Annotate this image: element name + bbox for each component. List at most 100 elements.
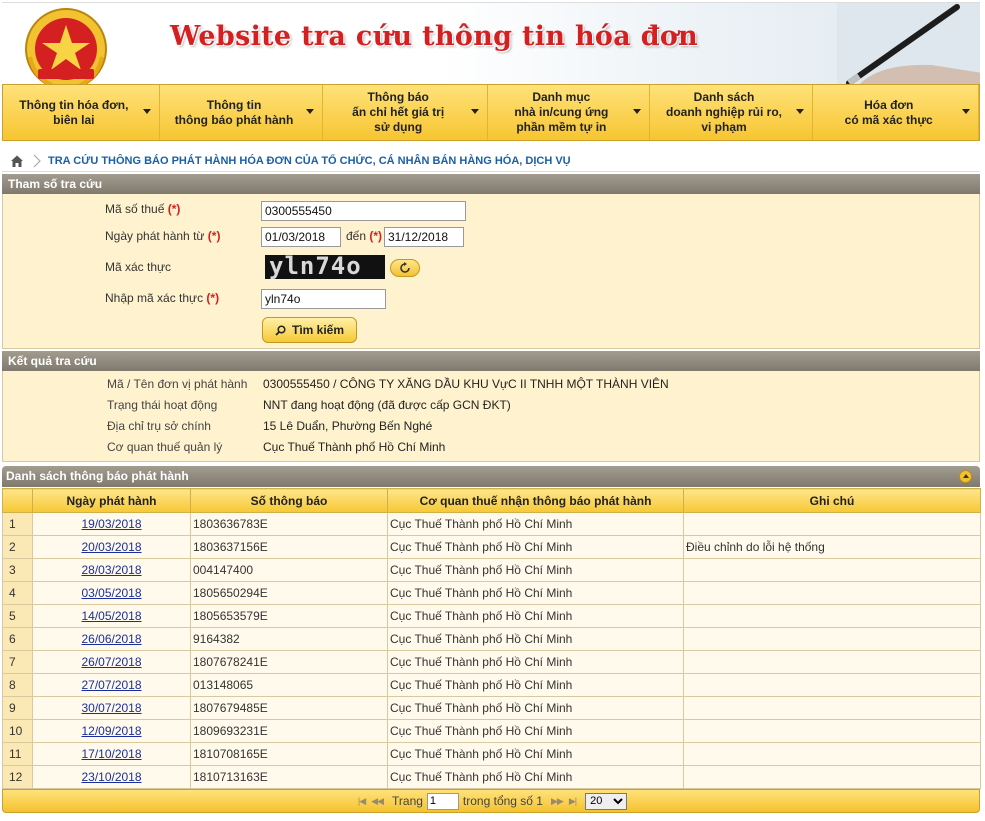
- tax-office-cell: Cục Thuế Thành phố Hồ Chí Minh: [387, 627, 684, 651]
- tax-office-cell: Cục Thuế Thành phố Hồ Chí Minh: [387, 696, 684, 720]
- issue-date-cell: 14/05/2018: [32, 604, 191, 628]
- menu-item-label: Danh sách doanh nghiệp rủi ro, vi phạm: [666, 90, 783, 134]
- note-cell: [683, 742, 981, 766]
- result-value: Cục Thuế Thành phố Hồ Chí Minh: [263, 440, 446, 454]
- row-index: 9: [2, 696, 33, 720]
- main-menu: Thông tin hóa đơn, biên lai Thông tin thô…: [2, 84, 980, 141]
- menu-item-label: Thông báo ấn chỉ hết giá trị sử dụng: [352, 90, 445, 134]
- result-key: Cơ quan thuế quản lý: [107, 440, 223, 454]
- next-page-icon[interactable]: ▶▶: [551, 796, 564, 807]
- tax-office-cell: Cục Thuế Thành phố Hồ Chí Minh: [387, 719, 684, 743]
- row-index: 11: [2, 742, 33, 766]
- tax-office-cell: Cục Thuế Thành phố Hồ Chí Minh: [387, 535, 684, 559]
- page-number-input[interactable]: [426, 792, 459, 810]
- notice-number-cell: 1810713163E: [190, 765, 388, 789]
- issue-date-link[interactable]: 19/03/2018: [81, 517, 141, 531]
- note-cell: [683, 558, 981, 582]
- issue-date-link[interactable]: 20/03/2018: [81, 540, 141, 554]
- caret-down-icon: [796, 109, 805, 114]
- captcha-input[interactable]: [261, 289, 386, 309]
- issue-date-link[interactable]: 03/05/2018: [81, 586, 141, 600]
- issue-date-link[interactable]: 28/03/2018: [81, 563, 141, 577]
- result-value: NNT đang hoạt động (đã được cấp GCN ĐKT): [263, 398, 511, 412]
- issue-date-link[interactable]: 12/09/2018: [81, 724, 141, 738]
- prev-page-icon[interactable]: ◀◀: [371, 796, 384, 807]
- notice-number-cell: 1803637156E: [190, 535, 388, 559]
- row-index: 1: [2, 512, 33, 536]
- note-cell: [683, 512, 981, 536]
- menu-item-label: Thông tin thông báo phát hành: [174, 97, 294, 127]
- issue-date-link[interactable]: 14/05/2018: [81, 609, 141, 623]
- collapse-icon[interactable]: [959, 470, 972, 483]
- caret-down-icon: [471, 109, 480, 114]
- first-page-icon[interactable]: |◀: [358, 796, 366, 807]
- home-icon[interactable]: [10, 154, 24, 168]
- date-from-input[interactable]: [261, 227, 341, 247]
- menu-item-6[interactable]: Hóa đơn có mã xác thực: [813, 85, 980, 140]
- tax-office-cell: Cục Thuế Thành phố Hồ Chí Minh: [387, 673, 684, 697]
- menu-item-label: Thông tin hóa đơn, biên lai: [19, 97, 129, 127]
- page-label: Trang: [392, 794, 423, 808]
- issue-date-link[interactable]: 23/10/2018: [81, 770, 141, 784]
- table-row: 7 26/07/2018 1807678241E Cục Thuế Thành phố…: [2, 650, 981, 674]
- pen-icon: [837, 3, 980, 84]
- table-row: 4 03/05/2018 1805650294E Cục Thuế Thành phố…: [2, 581, 981, 605]
- notice-list-header: Danh sách thông báo phát hành: [2, 466, 980, 487]
- menu-item-1[interactable]: Thông tin hóa đơn, biên lai: [3, 85, 160, 140]
- notice-number-cell: 1809693231E: [190, 719, 388, 743]
- issue-date-link[interactable]: 26/06/2018: [81, 632, 141, 646]
- search-button[interactable]: Tìm kiếm: [262, 317, 358, 343]
- table-row: 6 26/06/2018 9164382 Cục Thuế Thành phố Hồ …: [2, 627, 981, 651]
- tax-office-cell: Cục Thuế Thành phố Hồ Chí Minh: [387, 604, 684, 628]
- note-cell: [683, 604, 981, 628]
- notice-number-cell: 1805653579E: [190, 604, 388, 628]
- row-index: 5: [2, 604, 33, 628]
- row-index: 7: [2, 650, 33, 674]
- note-cell: [683, 673, 981, 697]
- row-index: 3: [2, 558, 33, 582]
- tax-office-cell: Cục Thuế Thành phố Hồ Chí Minh: [387, 512, 684, 536]
- breadcrumb-separator-icon: [33, 154, 41, 167]
- issue-date-cell: 27/07/2018: [32, 673, 191, 697]
- notice-number-cell: 013148065: [190, 673, 388, 697]
- note-cell: [683, 719, 981, 743]
- result-panel: Mã / Tên đơn vị phát hành 0300555450 / CÔ…: [2, 371, 980, 462]
- note-cell: [683, 765, 981, 789]
- menu-item-4[interactable]: Danh mục nhà in/cung ứng phần mềm tự in: [488, 85, 650, 140]
- pagination-bar: |◀ ◀◀ Trang trong tổng số 1 ▶▶ ▶| 20: [2, 789, 980, 813]
- tax-code-input[interactable]: [261, 201, 466, 221]
- date-to-input[interactable]: [384, 227, 464, 247]
- caret-down-icon: [306, 109, 315, 114]
- caret-down-icon: [632, 109, 641, 114]
- table-row: 1 19/03/2018 1803636783E Cục Thuế Thành phố…: [2, 512, 981, 536]
- last-page-icon[interactable]: ▶|: [569, 796, 577, 807]
- breadcrumb-current[interactable]: TRA CỨU THÔNG BÁO PHÁT HÀNH HÓA ĐƠN CỦA …: [48, 155, 571, 167]
- menu-item-3[interactable]: Thông báo ấn chỉ hết giá trị sử dụng: [323, 85, 489, 140]
- note-cell: [683, 581, 981, 605]
- issue-date-cell: 26/07/2018: [32, 650, 191, 674]
- issue-date-link[interactable]: 27/07/2018: [81, 678, 141, 692]
- breadcrumb: TRA CỨU THÔNG BÁO PHÁT HÀNH HÓA ĐƠN CỦA …: [2, 150, 980, 172]
- page-size-select[interactable]: 20: [585, 792, 628, 810]
- issue-date-link[interactable]: 17/10/2018: [81, 747, 141, 761]
- issue-date-link[interactable]: 30/07/2018: [81, 701, 141, 715]
- table-row: 3 28/03/2018 004147400 Cục Thuế Thành phố H…: [2, 558, 981, 582]
- notice-number-cell: 1803636783E: [190, 512, 388, 536]
- column-header-0: [2, 488, 33, 513]
- issue-date-cell: 19/03/2018: [32, 512, 191, 536]
- captcha-refresh-button[interactable]: [390, 259, 420, 277]
- tax-office-cell: Cục Thuế Thành phố Hồ Chí Minh: [387, 765, 684, 789]
- table-row: 8 27/07/2018 013148065 Cục Thuế Thành phố H…: [2, 673, 981, 697]
- date-to-label: đến (*): [346, 229, 383, 243]
- issue-date-link[interactable]: 26/07/2018: [81, 655, 141, 669]
- search-section-header: Tham số tra cứu: [2, 174, 980, 194]
- menu-item-5[interactable]: Danh sách doanh nghiệp rủi ro, vi phạm: [650, 85, 814, 140]
- result-row: Địa chỉ trụ sở chính 15 Lê Duẩn, Phường B…: [107, 419, 432, 433]
- table-row: 11 17/10/2018 1810708165E Cục Thuế Thành ph…: [2, 742, 981, 766]
- menu-item-2[interactable]: Thông tin thông báo phát hành: [160, 85, 324, 140]
- menu-item-label: Hóa đơn có mã xác thực: [844, 97, 933, 127]
- tax-office-cell: Cục Thuế Thành phố Hồ Chí Minh: [387, 558, 684, 582]
- row-index: 6: [2, 627, 33, 651]
- page-total-label: trong tổng số 1: [462, 794, 543, 808]
- row-index: 2: [2, 535, 33, 559]
